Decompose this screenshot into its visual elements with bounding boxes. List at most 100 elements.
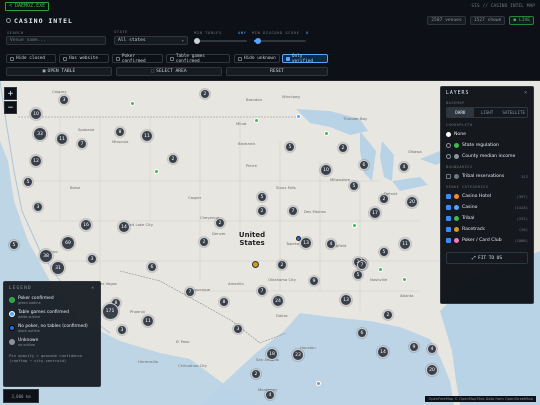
- min-tables-slider[interactable]: [194, 38, 247, 44]
- map-cluster[interactable]: 4: [427, 344, 437, 354]
- map-cluster[interactable]: 2: [251, 369, 261, 379]
- map-cluster[interactable]: 5: [257, 192, 267, 202]
- map-cluster[interactable]: 17: [369, 207, 381, 219]
- venue-pin[interactable]: [254, 118, 259, 123]
- venue-pin[interactable]: [130, 101, 135, 106]
- map-cluster[interactable]: 2: [277, 260, 287, 270]
- map-cluster[interactable]: 5: [23, 177, 33, 187]
- choropleth-none-option[interactable]: None: [446, 131, 528, 138]
- venue-pin[interactable]: [296, 114, 301, 119]
- map-cluster[interactable]: 4: [399, 162, 409, 172]
- hide-unknown-checkbox[interactable]: Hide unknown: [234, 54, 280, 63]
- map-cluster[interactable]: 24: [272, 295, 284, 307]
- map-cluster[interactable]: 10: [320, 164, 332, 176]
- close-icon[interactable]: ×: [91, 286, 95, 291]
- map-cluster[interactable]: 9: [409, 342, 419, 352]
- min-score-slider[interactable]: [254, 38, 306, 44]
- basemap-dark-button[interactable]: DARK: [447, 108, 474, 117]
- venue-pin[interactable]: [316, 381, 321, 386]
- map-cluster[interactable]: 2: [215, 218, 225, 228]
- map-cluster[interactable]: 11: [56, 133, 68, 145]
- map-cluster[interactable]: 3: [117, 325, 127, 335]
- map-cluster[interactable]: 2: [379, 194, 389, 204]
- has-website-checkbox[interactable]: Has website: [59, 54, 109, 63]
- map-cluster[interactable]: 4: [326, 239, 336, 249]
- map-cluster[interactable]: 4: [265, 390, 275, 400]
- map-cluster[interactable]: 11: [399, 238, 411, 250]
- map-cluster[interactable]: 31: [51, 261, 65, 275]
- map-cluster[interactable]: 69: [61, 236, 75, 250]
- map-cluster[interactable]: 6: [357, 328, 367, 338]
- fit-to-us-button[interactable]: ⤢ FIT TO US: [446, 252, 528, 264]
- map-cluster[interactable]: 5: [379, 247, 389, 257]
- venue-pin[interactable]: [352, 223, 357, 228]
- hide-closed-checkbox[interactable]: Hide closed: [6, 54, 56, 63]
- basemap-light-button[interactable]: LIGHT: [474, 108, 501, 117]
- venue-pin[interactable]: [402, 277, 407, 282]
- category-casino[interactable]: Casino (1418): [446, 204, 528, 211]
- map-attribution[interactable]: OpenFreeMap © OpenMapTiles Data from Ope…: [425, 396, 536, 402]
- map-cluster[interactable]: 14: [377, 346, 389, 358]
- map-cluster[interactable]: 5: [285, 142, 295, 152]
- map-cluster[interactable]: 7: [257, 286, 267, 296]
- select-area-button[interactable]: ⬚ SELECT AREA: [116, 67, 222, 76]
- map-cluster[interactable]: 8: [115, 127, 125, 137]
- basemap-satellite-button[interactable]: SATELLITE: [500, 108, 527, 117]
- map-cluster[interactable]: 3: [59, 95, 69, 105]
- map-cluster[interactable]: 2: [257, 206, 267, 216]
- search-input[interactable]: Venue name...: [6, 36, 106, 45]
- map-cluster[interactable]: 3: [33, 202, 43, 212]
- map-cluster[interactable]: 5: [353, 270, 363, 280]
- min-score-knob[interactable]: [255, 38, 261, 44]
- category-casino-hotel[interactable]: Casino Hotel (397): [446, 193, 528, 200]
- zoom-in-button[interactable]: +: [4, 87, 17, 100]
- poker-confirmed-checkbox[interactable]: Poker confirmed: [112, 54, 163, 64]
- reset-button[interactable]: RESET: [226, 67, 328, 76]
- map-cluster[interactable]: 11: [142, 315, 154, 327]
- venue-pin[interactable]: [296, 236, 301, 241]
- map-cluster[interactable]: 18: [266, 348, 278, 360]
- map-cluster[interactable]: 7: [288, 206, 298, 216]
- tribal-reservations-toggle[interactable]: Tribal reservations 312: [446, 173, 528, 180]
- map-cluster[interactable]: 7: [77, 139, 87, 149]
- map-cluster[interactable]: 13: [340, 294, 352, 306]
- map-cluster[interactable]: 7: [185, 287, 195, 297]
- category-tribal[interactable]: Tribal (252): [446, 215, 528, 222]
- map-cluster[interactable]: 6: [359, 160, 369, 170]
- map-cluster[interactable]: 33: [33, 127, 47, 141]
- map-cluster[interactable]: 7: [357, 260, 367, 270]
- map-cluster[interactable]: 2: [168, 154, 178, 164]
- venue-pin[interactable]: [154, 169, 159, 174]
- map-cluster[interactable]: 8: [219, 297, 229, 307]
- map-cluster[interactable]: 2: [383, 310, 393, 320]
- zoom-out-button[interactable]: −: [4, 101, 17, 114]
- map-cluster[interactable]: 13: [300, 237, 312, 249]
- open-table-button[interactable]: ▦ OPEN TABLE: [6, 67, 112, 76]
- category-poker-card-club[interactable]: Poker / Card Club (1006): [446, 237, 528, 244]
- map-cluster[interactable]: 5: [349, 181, 359, 191]
- state-select[interactable]: All states ▾: [114, 36, 188, 45]
- map-cluster[interactable]: 11: [141, 130, 153, 142]
- map-cluster[interactable]: 23: [292, 349, 304, 361]
- map-cluster[interactable]: 3: [233, 324, 243, 334]
- venue-pin-selected[interactable]: [252, 261, 259, 268]
- close-icon[interactable]: ×: [524, 91, 528, 96]
- map-cluster[interactable]: 20: [406, 196, 418, 208]
- map-cluster[interactable]: 5: [9, 240, 19, 250]
- only-verified-checkbox[interactable]: Only verified: [282, 54, 328, 64]
- map-cluster[interactable]: 2: [200, 89, 210, 99]
- map-cluster[interactable]: 2: [199, 237, 209, 247]
- map-cluster[interactable]: 9: [309, 276, 319, 286]
- map-cluster[interactable]: 2: [338, 143, 348, 153]
- choropleth-regulation-option[interactable]: State regulation: [446, 142, 528, 149]
- venue-pin[interactable]: [378, 267, 383, 272]
- map-cluster[interactable]: 12: [30, 155, 42, 167]
- map-cluster[interactable]: 14: [118, 221, 130, 233]
- map-cluster[interactable]: 3: [87, 254, 97, 264]
- map-cluster[interactable]: 38: [39, 249, 53, 263]
- table-games-confirmed-checkbox[interactable]: Table games confirmed: [166, 54, 230, 64]
- map-cluster[interactable]: 171: [101, 302, 119, 320]
- choropleth-income-option[interactable]: County median income: [446, 153, 528, 160]
- category-racetrack[interactable]: Racetrack (26): [446, 226, 528, 233]
- map-cluster[interactable]: 10: [30, 108, 42, 120]
